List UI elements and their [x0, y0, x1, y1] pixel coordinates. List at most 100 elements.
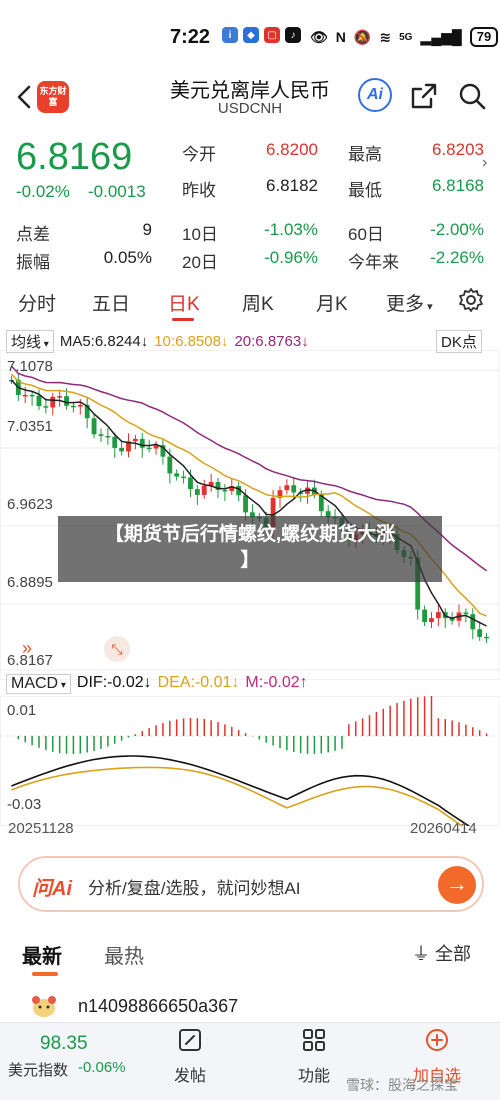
- candle-body: [64, 396, 69, 406]
- y-axis-label: 6.9623: [7, 496, 53, 513]
- dollar-index-change: -0.06%: [78, 1059, 126, 1076]
- dif-line: [11, 755, 471, 826]
- dollar-index-name[interactable]: 美元指数: [8, 1059, 68, 1080]
- down-arrow-icon: ↓: [140, 333, 149, 350]
- gear-icon[interactable]: [458, 287, 484, 313]
- filter-icon: ⏚: [412, 944, 436, 964]
- ma-selector-label: 均线: [11, 334, 42, 351]
- signal-label: 5G: [399, 31, 413, 43]
- avatar[interactable]: [30, 994, 58, 1018]
- tab-intraday[interactable]: 分时: [18, 289, 56, 316]
- candle-body: [174, 473, 180, 477]
- down-arrow-icon: ↓: [143, 674, 152, 691]
- ytd-label: 今年来: [348, 253, 399, 272]
- y-axis-label: 6.8895: [7, 574, 53, 591]
- kline-chart-area[interactable]: 均线 ▾ MA5:6.8244 ↓ 10:6.8508 ↓ 20:6.8763 ↓ D…: [0, 326, 500, 846]
- page-title: 美元兑离岸人民币: [170, 80, 330, 102]
- end-date: 20260414: [410, 820, 477, 837]
- tab-weekly-k[interactable]: 周K: [242, 289, 274, 316]
- candle-body: [435, 612, 441, 619]
- macd-y-label: 0.01: [7, 702, 37, 719]
- y-axis-label: 7.1078: [7, 358, 53, 375]
- ai-button[interactable]: Ai: [358, 78, 392, 112]
- candle-body: [29, 394, 35, 397]
- candle-body: [284, 485, 290, 491]
- app-header: 东方财富 美元兑离岸人民币 USDCNH Ai: [0, 70, 500, 126]
- wifi-icon: ≋: [379, 28, 392, 45]
- eye-icon: 👁: [310, 28, 328, 45]
- dollar-index-value[interactable]: 98.35: [40, 1033, 88, 1055]
- spread-label: 点差: [16, 225, 50, 244]
- candle-body: [484, 636, 489, 639]
- current-price: 6.8169: [16, 136, 133, 178]
- share-icon[interactable]: [408, 80, 440, 112]
- chevron-right-icon[interactable]: ›: [482, 154, 487, 172]
- caret-down-icon: ▾: [424, 301, 433, 313]
- candle-body: [477, 629, 483, 637]
- 20d-label: 20日: [182, 253, 218, 272]
- candle-body: [188, 477, 193, 490]
- app-notification-icon: ◆: [243, 27, 259, 43]
- symbol-code: USDCNH: [217, 100, 283, 117]
- candle-body: [181, 476, 186, 479]
- status-bar: 7:22 i ◆ ▢ ♪ 👁 N 🔕 ≋ 5G ▂▄▆█ 79: [0, 0, 500, 70]
- candle-body: [91, 418, 97, 435]
- signal-icon: ▂▄▆█: [420, 28, 462, 45]
- arrow-right-icon[interactable]: →: [438, 866, 476, 904]
- m-value: M:-0.02: [245, 674, 300, 691]
- tab-monthly-k[interactable]: 月K: [316, 289, 348, 316]
- candlestick-chart[interactable]: [0, 350, 500, 680]
- headline-overlay[interactable]: 【期货节后行情螺纹,螺纹期货大涨 】: [58, 516, 442, 582]
- filter-button[interactable]: ⏚ 全部: [412, 940, 471, 966]
- caret-down-icon: ▾: [41, 339, 49, 350]
- prev-close-label: 昨收: [182, 181, 216, 200]
- expand-icon[interactable]: ⤡: [104, 636, 130, 662]
- candle-body: [119, 447, 125, 452]
- post-username[interactable]: n14098866650a367: [78, 996, 238, 1017]
- dea-line: [11, 766, 464, 826]
- features-button[interactable]: 功能: [282, 1027, 346, 1086]
- search-icon[interactable]: [456, 80, 488, 112]
- ytd-value: -2.26%: [430, 248, 484, 267]
- compose-icon: [179, 1029, 201, 1051]
- candle-body: [132, 438, 138, 442]
- app-notification-icon: i: [222, 27, 238, 43]
- features-label: 功能: [297, 1068, 330, 1085]
- macd-selector[interactable]: MACD ▾: [6, 674, 71, 694]
- ma10-value: 10:6.8508: [154, 333, 221, 350]
- double-chevron-icon[interactable]: »: [22, 638, 32, 659]
- candle-body: [422, 609, 427, 623]
- high-value: 6.8203: [432, 140, 484, 159]
- candle-body: [194, 489, 200, 495]
- tab-more[interactable]: 更多 ▾: [386, 289, 433, 316]
- macd-y-label: -0.03: [7, 796, 42, 813]
- amplitude-value: 0.05%: [103, 248, 152, 267]
- headline-text-cont: 】: [240, 550, 260, 571]
- tab-five-day[interactable]: 五日: [92, 289, 130, 316]
- down-arrow-icon: ↓: [231, 674, 240, 691]
- y-axis-label: 7.0351: [7, 418, 53, 435]
- candle-body: [463, 612, 469, 615]
- headline-text: 【期货节后行情螺纹,螺纹期货大涨: [104, 524, 396, 545]
- active-tab-indicator: [172, 318, 194, 321]
- ai-assistant-bar[interactable]: 问Ai 分析/复盘/选股，就问妙想AI →: [18, 856, 484, 912]
- back-icon[interactable]: [10, 82, 40, 112]
- tab-hottest[interactable]: 最热: [104, 940, 144, 969]
- tab-latest[interactable]: 最新: [22, 940, 62, 969]
- tab-daily-k[interactable]: 日K: [168, 289, 200, 316]
- down-arrow-icon: ↓: [301, 333, 309, 350]
- candle-body: [105, 435, 111, 438]
- post-button[interactable]: 发帖: [158, 1027, 222, 1086]
- candle-body: [98, 434, 104, 436]
- low-value: 6.8168: [432, 176, 484, 195]
- period-tabs: 分时 五日 日K 周K 月K 更多 ▾: [0, 285, 500, 321]
- system-icons: 👁 N 🔕 ≋ 5G ▂▄▆█ 79: [310, 27, 499, 47]
- ma5-value: MA5:6.8244: [59, 333, 141, 350]
- change-amount: -0.0013: [88, 182, 146, 201]
- plus-circle-icon: [426, 1029, 448, 1051]
- chart-frame: [0, 350, 500, 680]
- macd-chart[interactable]: [0, 696, 500, 826]
- app-notification-icon: ▢: [264, 27, 280, 43]
- 60d-value: -2.00%: [430, 220, 484, 239]
- bell-icon: 🔕: [353, 28, 372, 45]
